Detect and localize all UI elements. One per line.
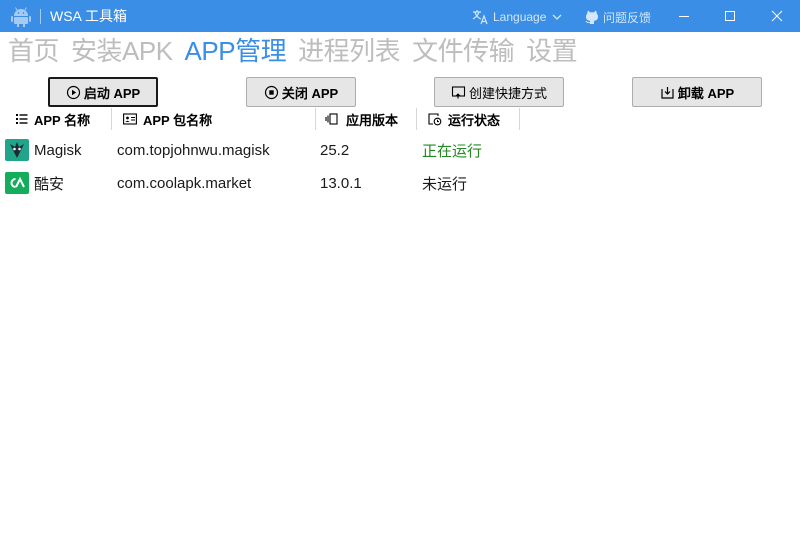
nav-item-file-transfer[interactable]: 文件传输 bbox=[412, 34, 515, 68]
column-header-status[interactable]: 运行状态 bbox=[417, 108, 520, 130]
uninstall-app-label: 卸载 APP bbox=[677, 85, 735, 101]
maximize-button[interactable] bbox=[707, 0, 753, 32]
coolapk-icon bbox=[5, 172, 29, 194]
column-label: APP 名称 bbox=[34, 112, 91, 128]
column-header-package[interactable]: APP 包名称 bbox=[112, 108, 316, 130]
nav-item-app-manage[interactable]: APP管理 bbox=[185, 34, 287, 68]
nav-item-home[interactable]: 首页 bbox=[8, 34, 60, 68]
table-row[interactable]: 酷安 com.coolapk.market 13.0.1 未运行 bbox=[0, 167, 800, 199]
language-selector[interactable]: Language bbox=[472, 8, 562, 26]
column-label: 应用版本 bbox=[346, 112, 399, 128]
language-label: Language bbox=[493, 10, 547, 24]
start-app-button[interactable]: 启动 APP bbox=[48, 77, 158, 107]
feedback-link[interactable]: 问题反馈 bbox=[584, 8, 651, 26]
android-icon bbox=[11, 7, 31, 27]
column-header-app-name[interactable]: APP 名称 bbox=[0, 108, 112, 130]
id-card-icon bbox=[123, 113, 137, 125]
create-shortcut-button[interactable]: 创建快捷方式 bbox=[434, 77, 564, 107]
package-name-cell: com.coolapk.market bbox=[117, 174, 252, 192]
list-icon bbox=[16, 114, 28, 124]
column-label: 运行状态 bbox=[448, 112, 501, 128]
shortcut-icon bbox=[451, 85, 466, 98]
close-app-label: 关闭 APP bbox=[281, 85, 339, 101]
minimize-icon bbox=[679, 16, 689, 17]
top-navigation: 首页 安装APK APP管理 进程列表 文件传输 设置 bbox=[8, 33, 589, 69]
version-cell: 25.2 bbox=[320, 141, 350, 159]
nav-item-settings[interactable]: 设置 bbox=[526, 34, 578, 68]
close-app-button[interactable]: 关闭 APP bbox=[246, 77, 356, 107]
uninstall-app-button[interactable]: 卸载 APP bbox=[632, 77, 762, 107]
package-name-cell: com.topjohnwu.magisk bbox=[117, 141, 270, 159]
status-icon bbox=[428, 112, 442, 125]
table-row[interactable]: Magisk com.topjohnwu.magisk 25.2 正在运行 bbox=[0, 134, 800, 166]
table-header: APP 名称 APP 包名称 应用版本 运行状态 bbox=[0, 108, 800, 130]
magisk-icon bbox=[5, 139, 29, 161]
column-label: APP 包名称 bbox=[143, 112, 213, 128]
start-app-label: 启动 APP bbox=[83, 85, 141, 101]
status-cell: 正在运行 bbox=[422, 142, 483, 160]
stop-circle-icon bbox=[264, 85, 278, 99]
play-circle-icon bbox=[66, 85, 80, 99]
version-icon bbox=[325, 113, 338, 125]
window-title: WSA 工具箱 bbox=[50, 8, 128, 24]
app-name-cell: 酷安 bbox=[34, 175, 65, 193]
nav-item-process-list[interactable]: 进程列表 bbox=[298, 34, 401, 68]
version-cell: 13.0.1 bbox=[320, 174, 362, 192]
nav-item-install-apk[interactable]: 安装APK bbox=[71, 34, 173, 68]
github-icon bbox=[585, 10, 598, 24]
close-icon bbox=[771, 10, 783, 22]
feedback-label: 问题反馈 bbox=[603, 10, 652, 25]
title-separator bbox=[40, 9, 41, 24]
column-header-version[interactable]: 应用版本 bbox=[316, 108, 417, 130]
status-cell: 未运行 bbox=[422, 175, 468, 193]
close-button[interactable] bbox=[754, 0, 800, 32]
app-name-cell: Magisk bbox=[34, 141, 82, 159]
maximize-icon bbox=[725, 11, 735, 21]
uninstall-icon bbox=[661, 86, 674, 99]
title-bar: WSA 工具箱 Language 问题反馈 bbox=[0, 0, 800, 32]
minimize-button[interactable] bbox=[661, 0, 707, 32]
create-shortcut-label: 创建快捷方式 bbox=[468, 85, 547, 101]
translate-icon bbox=[472, 10, 488, 25]
chevron-down-icon bbox=[552, 14, 562, 20]
